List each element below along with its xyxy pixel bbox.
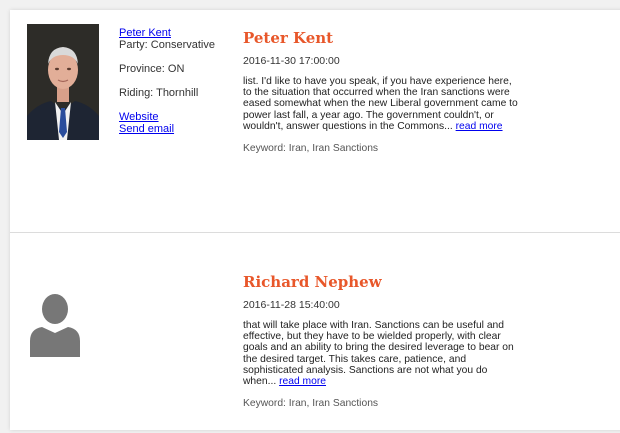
speaker-name: Richard Nephew	[243, 273, 382, 291]
result-excerpt: list. I'd like to have you speak, if you…	[243, 76, 521, 132]
results-page: Peter Kent Party: Conservative Province:…	[10, 10, 620, 430]
result-card-richard-nephew: Richard Nephew 2016-11-28 15:40:00 that …	[10, 233, 620, 433]
mp-party: Party: Conservative	[119, 39, 215, 51]
person-silhouette-icon	[28, 293, 82, 357]
result-content: Richard Nephew 2016-11-28 15:40:00 that …	[243, 273, 523, 410]
mp-photo	[27, 24, 99, 140]
result-date: 2016-11-28 15:40:00	[243, 299, 340, 311]
mp-province: Province: ON	[119, 63, 185, 75]
send-email-link[interactable]: Send email	[119, 123, 239, 135]
result-card-peter-kent: Peter Kent Party: Conservative Province:…	[10, 10, 620, 232]
mp-riding: Riding: Thornhill	[119, 87, 199, 99]
read-more-link[interactable]: read more	[456, 121, 503, 132]
website-link[interactable]: Website	[119, 111, 239, 123]
result-content: Peter Kent 2016-11-30 17:00:00 list. I'd…	[243, 29, 523, 155]
read-more-link[interactable]: read more	[279, 376, 326, 387]
result-excerpt: that will take place with Iran. Sanction…	[243, 320, 521, 387]
result-keyword: Keyword: Iran, Iran Sanctions	[243, 143, 379, 155]
speaker-name: Peter Kent	[243, 29, 334, 47]
result-date: 2016-11-30 17:00:00	[243, 55, 340, 67]
mp-name-link[interactable]: Peter Kent	[119, 27, 239, 39]
result-keyword: Keyword: Iran, Iran Sanctions	[243, 398, 379, 410]
mp-meta: Peter Kent Party: Conservative Province:…	[119, 27, 239, 135]
